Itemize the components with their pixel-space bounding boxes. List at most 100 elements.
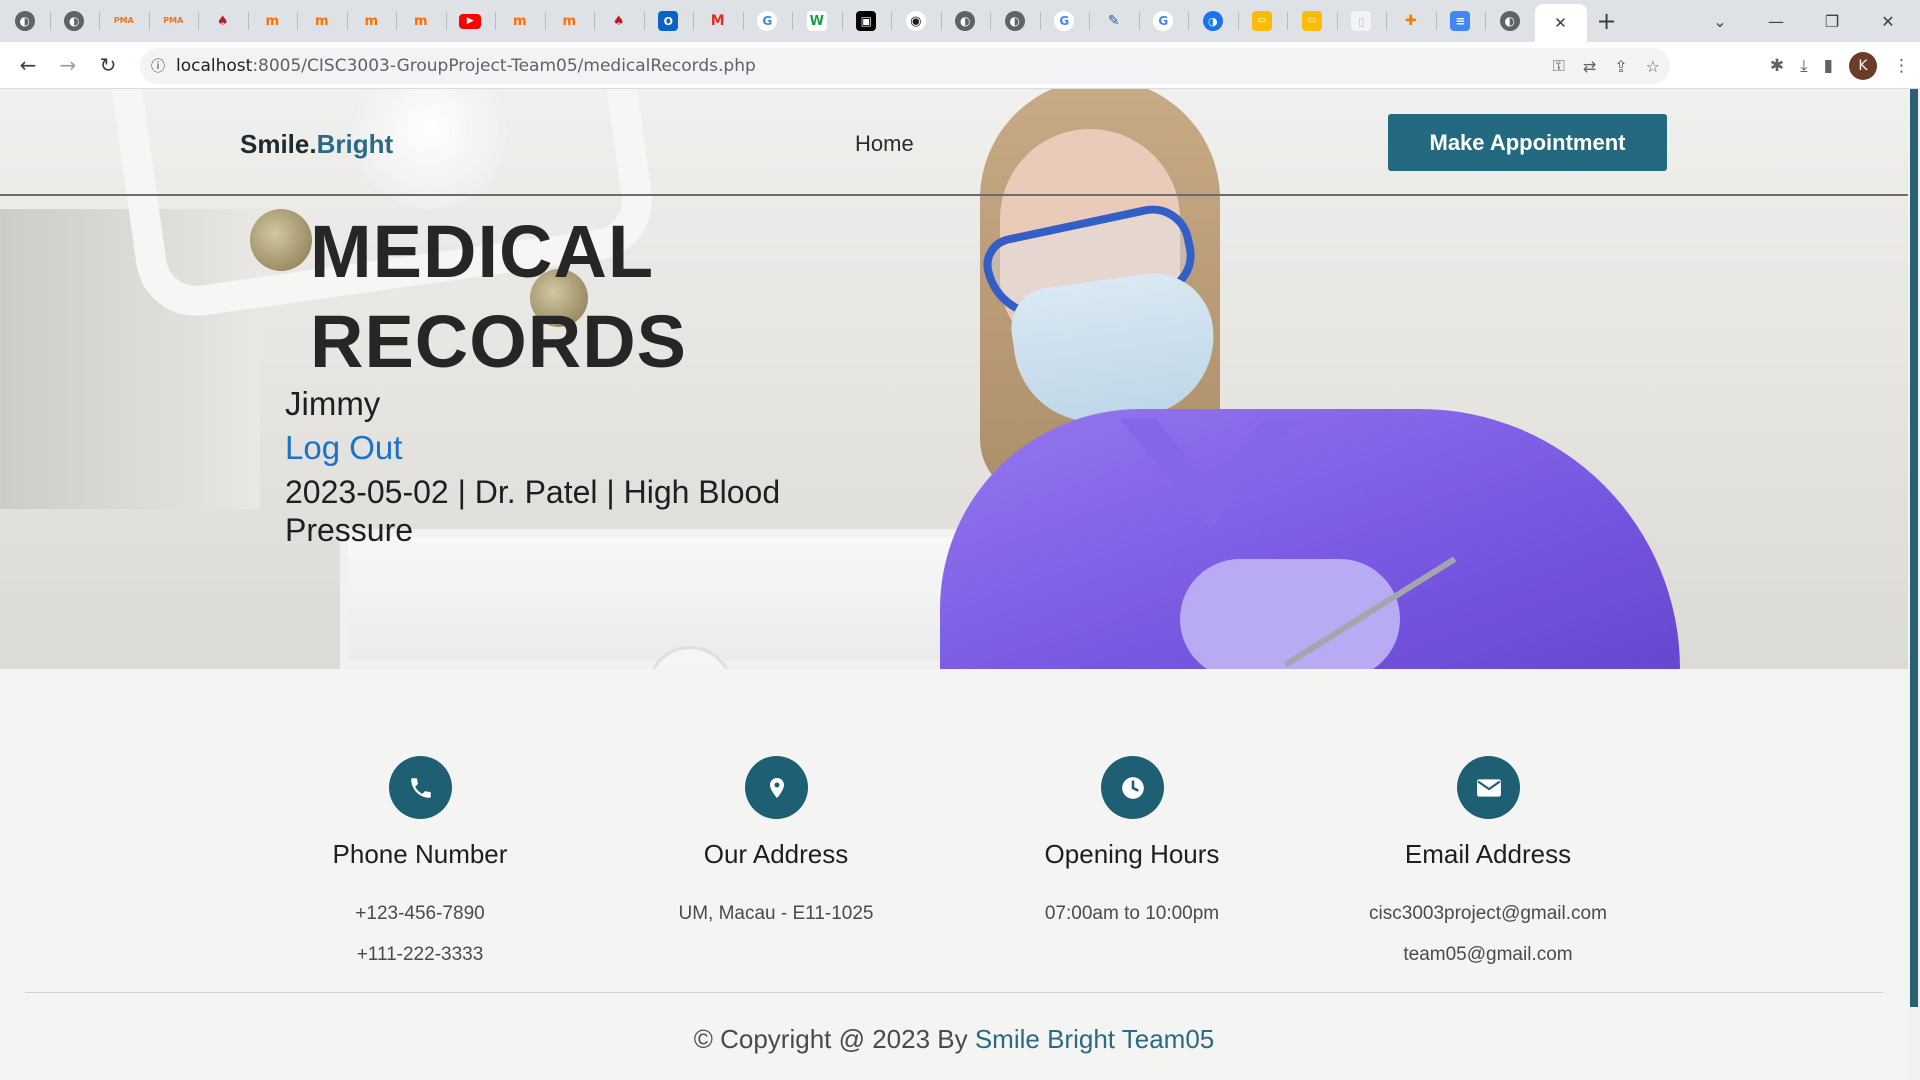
browser-tab[interactable]: O — [643, 0, 694, 42]
envelope-icon — [1457, 756, 1520, 819]
browser-tab[interactable]: ▭ — [1287, 0, 1337, 42]
info-title: Email Address — [1404, 839, 1572, 869]
phpmyadmin-icon: PMA — [163, 16, 184, 25]
logo-accent-text: Bright — [316, 129, 394, 159]
bitbucket-icon: ✚ — [1404, 13, 1417, 29]
profile-avatar[interactable]: K — [1849, 51, 1877, 80]
outlook-icon: O — [658, 11, 679, 31]
email-address: cisc3003project@gmail.com — [1369, 903, 1607, 924]
download-icon[interactable]: ⤓ — [1800, 56, 1808, 76]
browser-tab-active[interactable]: ✕ — [1534, 4, 1587, 42]
browser-tab[interactable]: PMA — [148, 0, 199, 42]
back-icon[interactable]: ← — [8, 45, 48, 85]
browser-tab[interactable]: m — [396, 0, 446, 42]
moodle-icon: m — [413, 13, 428, 29]
browser-tab[interactable]: M — [693, 0, 743, 42]
browser-tab[interactable]: ◐ — [940, 0, 991, 42]
phone-number: +111-222-3333 — [356, 944, 484, 965]
minimize-button[interactable]: — — [1748, 0, 1804, 42]
browser-tab[interactable]: ▶ — [445, 0, 496, 42]
menu-kebab-icon[interactable]: ⋮ — [1893, 56, 1910, 76]
browser-tab[interactable]: PMA — [99, 0, 149, 42]
browser-tab[interactable]: W — [792, 0, 842, 42]
page-title-line-2: RECORDS — [310, 300, 688, 383]
address-bar[interactable]: ⓘ localhost:8005/CISC3003-GroupProject-T… — [140, 48, 1670, 84]
browser-tab[interactable]: G — [742, 0, 793, 42]
browser-tab[interactable]: ♠ — [594, 0, 644, 42]
new-tab-button[interactable]: + — [1587, 0, 1627, 42]
toolbar-actions: ✱ ⤓ ▮ K ⋮ — [1770, 42, 1910, 89]
pen-icon: ✎ — [1107, 13, 1120, 29]
site-logo[interactable]: Smile.Bright — [240, 129, 393, 160]
url-text[interactable]: localhost:8005/CISC3003-GroupProject-Tea… — [176, 56, 756, 76]
close-window-button[interactable]: ✕ — [1860, 0, 1916, 42]
blank-page-icon: ▯ — [1351, 11, 1372, 31]
browser-tab[interactable]: ◉ — [891, 0, 941, 42]
team-link[interactable]: Smile Bright Team05 — [975, 1024, 1214, 1054]
translate-icon[interactable]: ⇄ — [1583, 57, 1596, 76]
bookmark-star-icon[interactable]: ☆ — [1646, 57, 1660, 76]
page-scrollbar[interactable] — [1908, 89, 1920, 1080]
footer-divider — [25, 992, 1883, 993]
close-tab-icon[interactable]: ✕ — [1554, 14, 1567, 32]
gmail-icon: M — [710, 13, 725, 29]
side-panel-icon[interactable]: ▮ — [1824, 56, 1833, 76]
forward-icon[interactable]: → — [48, 45, 88, 85]
url-path: :8005/CISC3003-GroupProject-Team05/medic… — [252, 56, 756, 76]
browser-tab[interactable]: ◐ — [0, 0, 50, 42]
copyright-prefix: © Copyright @ 2023 By — [693, 1024, 975, 1054]
key-icon[interactable]: ⚿ — [1553, 56, 1565, 76]
notion-icon: ▣ — [856, 11, 877, 31]
extensions-icon[interactable]: ✱ — [1770, 56, 1784, 76]
reload-icon[interactable]: ↻ — [88, 45, 128, 85]
hero-section: Smile.Bright Home Make Appointment MEDIC… — [0, 89, 1908, 669]
page-title: MEDICAL RECORDS — [310, 207, 730, 387]
browser-tab[interactable]: ◑ — [1188, 0, 1238, 42]
browser-tab[interactable]: G — [1138, 0, 1189, 42]
email-address: team05@gmail.com — [1403, 944, 1573, 965]
browser-tab[interactable]: m — [544, 0, 595, 42]
github-icon: ◉ — [905, 11, 926, 31]
browser-tab[interactable]: m — [247, 0, 298, 42]
site-info-icon[interactable]: ⓘ — [140, 56, 176, 76]
url-host: localhost — [176, 56, 253, 76]
moodle-icon: m — [364, 13, 379, 29]
browser-tab[interactable]: ✚ — [1386, 0, 1436, 42]
share-icon[interactable]: ⇪ — [1614, 57, 1627, 76]
browser-tab[interactable]: ▭ — [1237, 0, 1288, 42]
page-viewport: Smile.Bright Home Make Appointment MEDIC… — [0, 89, 1908, 1080]
logout-link[interactable]: Log Out — [285, 429, 402, 467]
browser-tab[interactable]: m — [297, 0, 347, 42]
browser-tab[interactable]: G — [1039, 0, 1090, 42]
browser-tab[interactable]: ▯ — [1336, 0, 1387, 42]
browser-tab[interactable]: ◐ — [1485, 0, 1535, 42]
phpmyadmin-icon: PMA — [113, 16, 134, 25]
restore-button[interactable]: ❐ — [1804, 0, 1860, 42]
browser-tab[interactable]: ≡ — [1435, 0, 1486, 42]
moodle-icon: m — [265, 13, 280, 29]
slides-icon: ▭ — [1252, 11, 1273, 31]
google-icon: G — [1054, 11, 1075, 31]
user-name: Jimmy — [285, 385, 381, 422]
globe-icon: ◐ — [955, 11, 976, 31]
globe-icon: ◐ — [1499, 11, 1520, 31]
scrollbar-thumb[interactable] — [1910, 89, 1918, 1007]
browser-tab[interactable]: ◐ — [990, 0, 1040, 42]
site-header: Smile.Bright Home Make Appointment — [0, 89, 1908, 196]
browser-tab[interactable]: ▣ — [841, 0, 892, 42]
hours-text: 07:00am to 10:00pm — [1044, 903, 1220, 924]
globe-icon: ◐ — [1004, 11, 1025, 31]
browser-tab[interactable]: m — [346, 0, 397, 42]
info-title: Phone Number — [332, 839, 508, 869]
tab-search-chevron-icon[interactable]: ⌄ — [1692, 0, 1748, 42]
tab-strip: ◐ ◐ PMA PMA ♠ m m m m ▶ m m ♠ O M G W ▣ ◉ ◐ ◐ G ✎ G ◑ ▭ ▭ ▯ ✚ ≡ ◐ ✕ + ⌄… — [0, 0, 1920, 42]
browser-tab[interactable]: ✎ — [1089, 0, 1139, 42]
slides-icon: ▭ — [1301, 11, 1322, 31]
browser-tab[interactable]: ♠ — [198, 0, 248, 42]
browser-tab[interactable]: ◐ — [49, 0, 100, 42]
address-bar-actions: ⚿ ⇄ ⇪ ☆ — [1553, 48, 1660, 84]
browser-tab[interactable]: m — [495, 0, 545, 42]
youtube-icon: ▶ — [459, 13, 482, 29]
nav-home-link[interactable]: Home — [855, 131, 914, 157]
make-appointment-button[interactable]: Make Appointment — [1388, 114, 1667, 171]
